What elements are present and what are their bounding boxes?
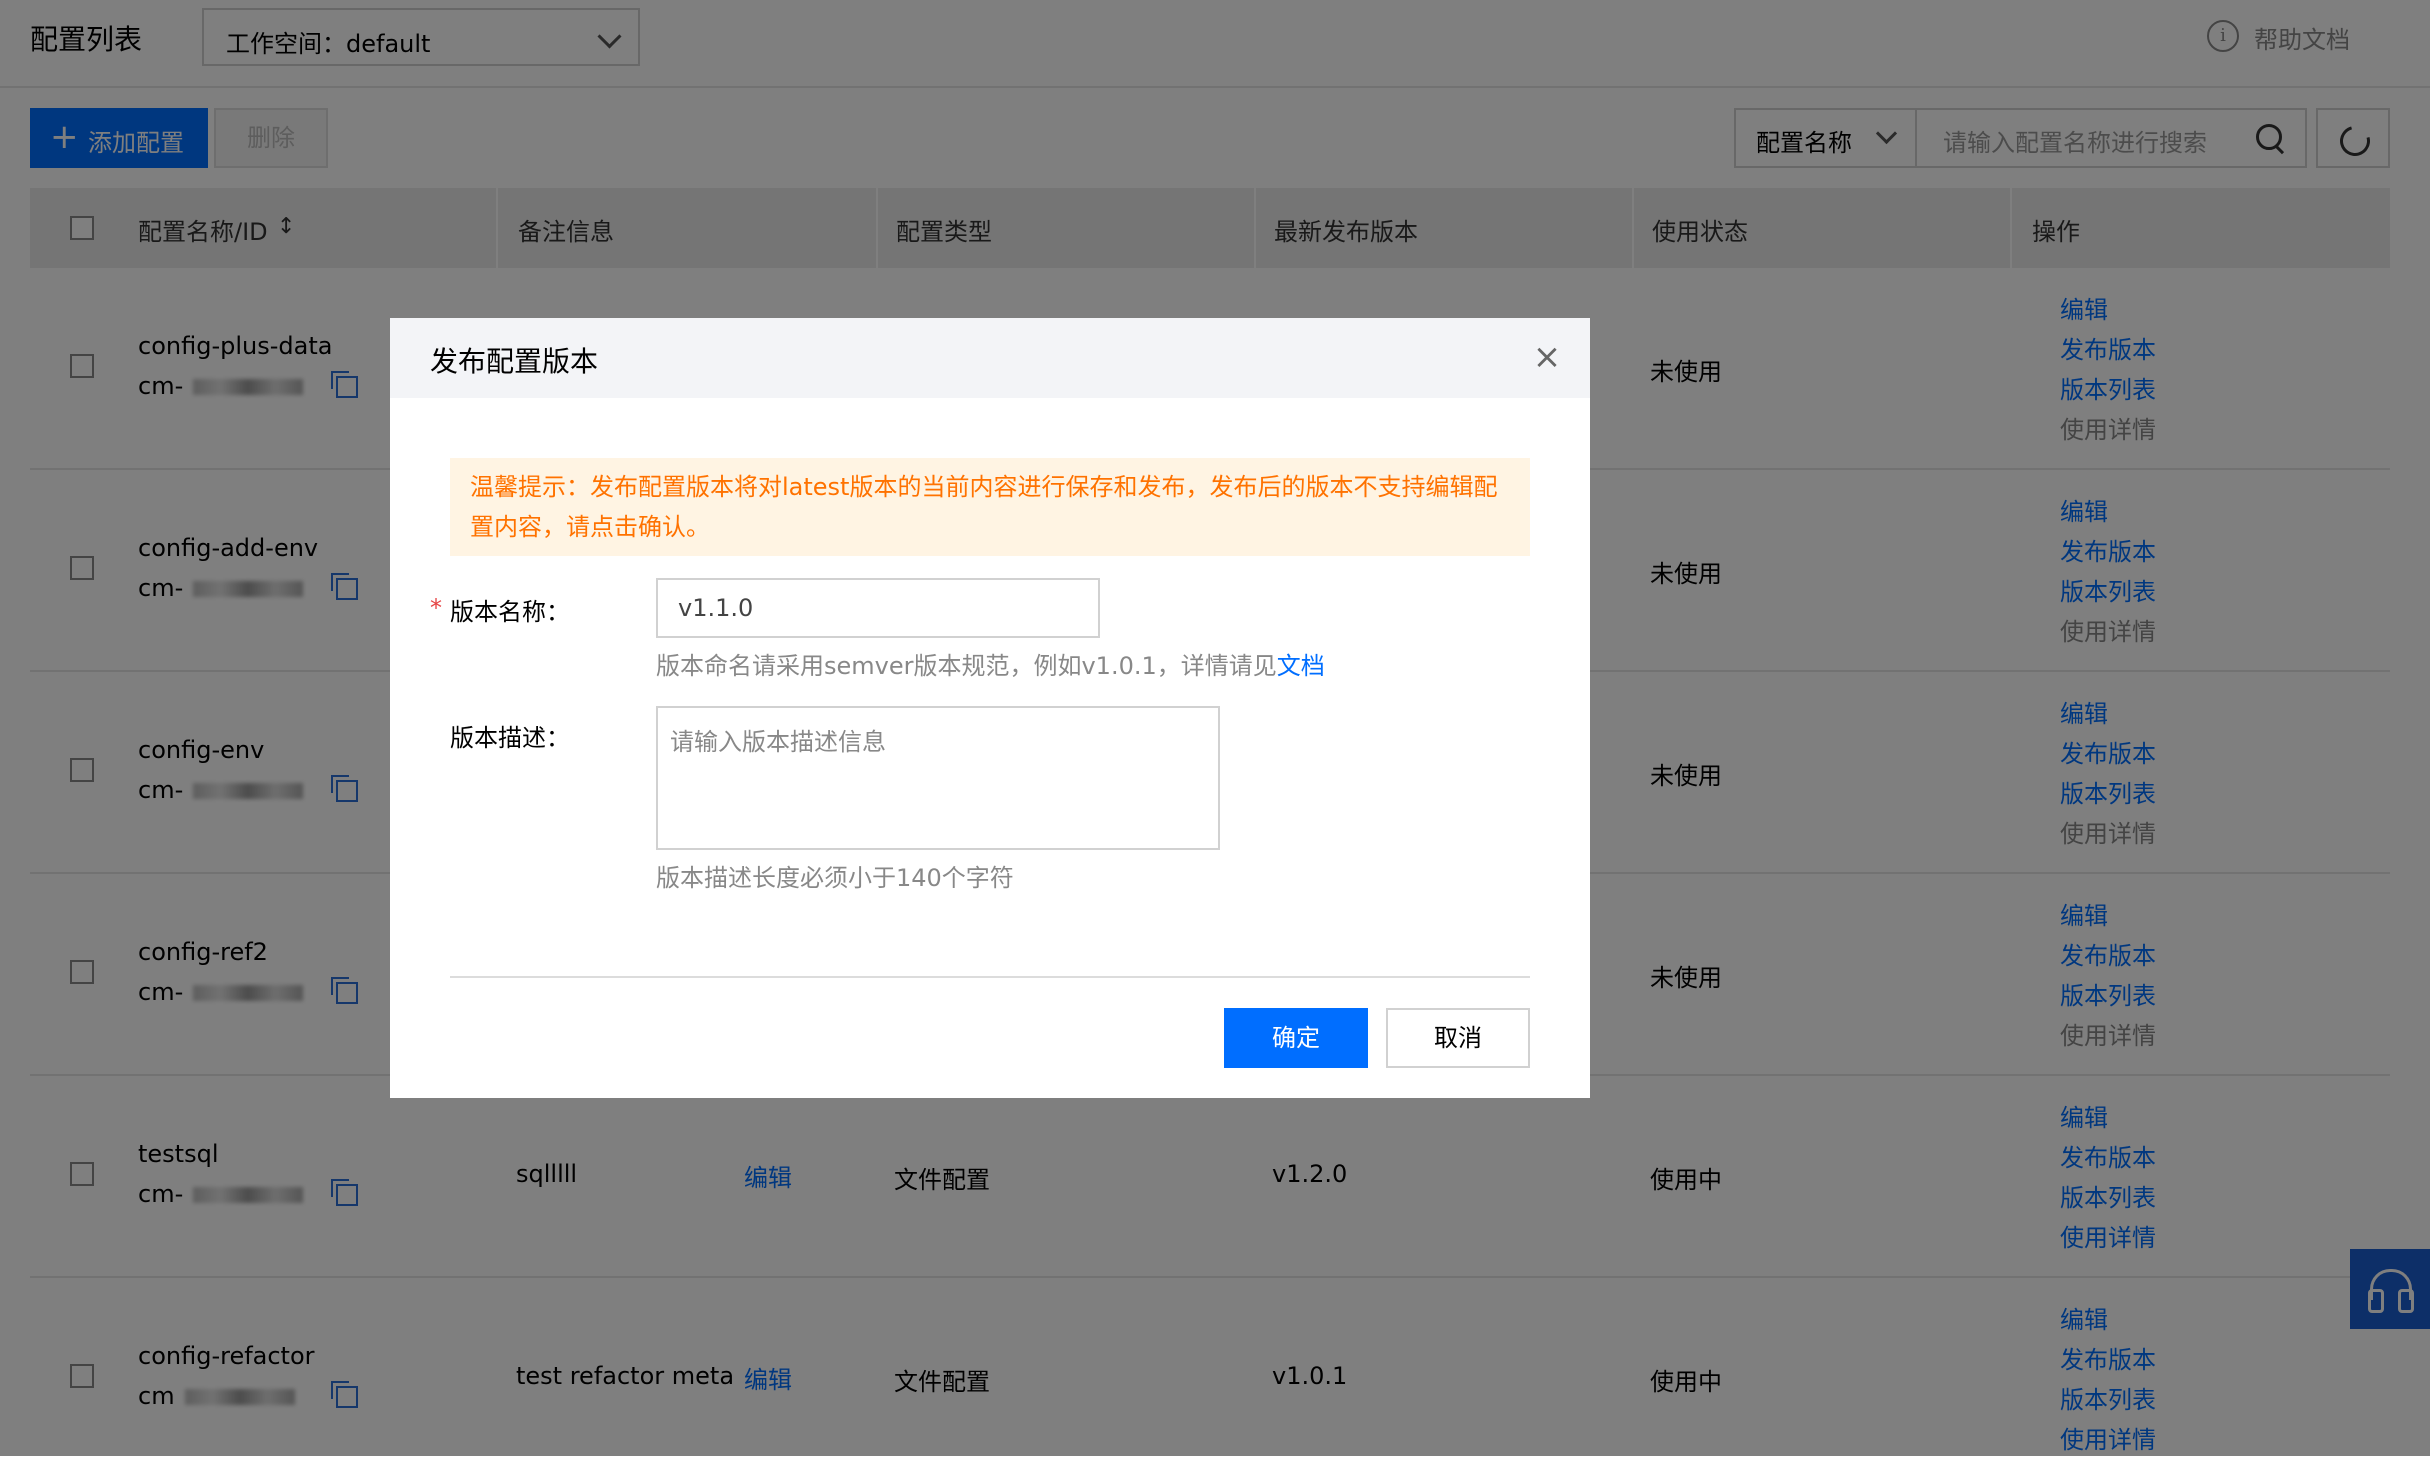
version-desc-textarea[interactable]: 请输入版本描述信息 <box>656 706 1220 850</box>
required-mark: * <box>430 594 442 622</box>
version-name-input[interactable]: v1.1.0 <box>656 578 1100 638</box>
version-name-label: 版本名称： <box>450 598 570 626</box>
publish-version-dialog: 发布配置版本 × 温馨提示：发布配置版本将对latest版本的当前内容进行保存和… <box>390 318 1590 1098</box>
docs-link[interactable]: 文档 <box>1277 652 1325 680</box>
cancel-button[interactable]: 取消 <box>1386 1008 1530 1068</box>
warning-tip: 温馨提示：发布配置版本将对latest版本的当前内容进行保存和发布，发布后的版本… <box>450 458 1530 556</box>
version-desc-label: 版本描述： <box>450 724 570 752</box>
confirm-button[interactable]: 确定 <box>1224 1008 1368 1068</box>
version-name-value: v1.1.0 <box>678 594 754 622</box>
version-desc-placeholder: 请输入版本描述信息 <box>670 728 886 756</box>
version-name-hint: 版本命名请采用semver版本规范，例如v1.0.1，详情请见文档 <box>656 652 1325 680</box>
dialog-header: 发布配置版本 × <box>390 318 1590 398</box>
dialog-title: 发布配置版本 <box>430 345 599 378</box>
divider <box>450 976 1530 978</box>
version-desc-hint: 版本描述长度必须小于140个字符 <box>656 864 1014 892</box>
close-icon[interactable]: × <box>1528 338 1566 376</box>
